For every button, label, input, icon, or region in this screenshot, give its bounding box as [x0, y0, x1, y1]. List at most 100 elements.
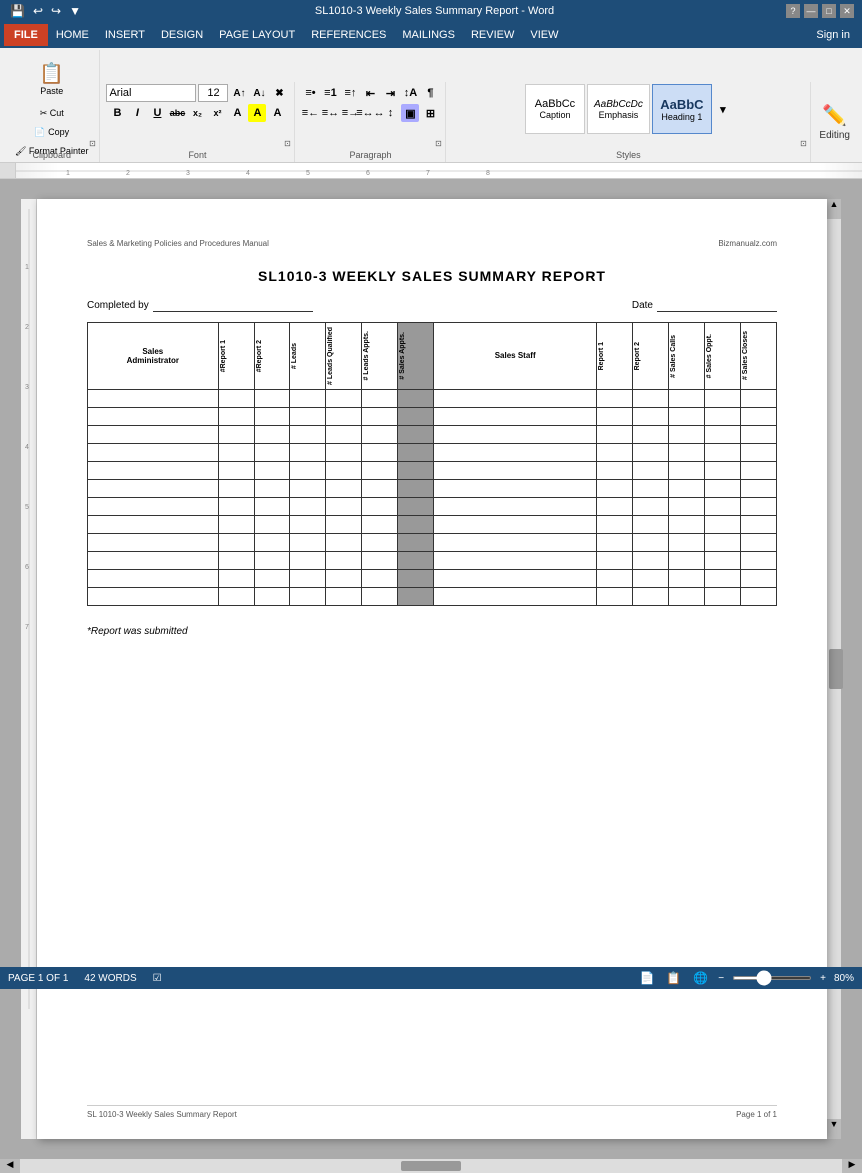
- completed-by-line: [153, 300, 313, 312]
- undo-quick-btn[interactable]: ↩: [31, 4, 45, 18]
- font-color-btn[interactable]: A: [228, 104, 246, 122]
- center-btn[interactable]: ≡↔: [321, 104, 339, 122]
- minimize-btn[interactable]: —: [804, 4, 818, 18]
- paragraph-expand-btn[interactable]: ⊡: [433, 138, 443, 148]
- emphasis-style-btn[interactable]: AaBbCcDc Emphasis: [587, 84, 650, 134]
- borders-btn[interactable]: ⊞: [421, 104, 439, 122]
- styles-gallery-scroll-btn[interactable]: ▾: [714, 84, 732, 134]
- bullets-btn[interactable]: ≡•: [301, 84, 319, 102]
- font-expand-btn[interactable]: ⊡: [282, 138, 292, 148]
- bold-btn[interactable]: B: [108, 104, 126, 122]
- sales-calls-label: # Sales Calls: [669, 331, 678, 382]
- font-row2: B I U abc x₂ x² A A A: [108, 104, 286, 122]
- save-quick-btn[interactable]: 💾: [8, 4, 27, 18]
- font-name-input[interactable]: [106, 84, 196, 102]
- home-menu[interactable]: HOME: [48, 24, 97, 46]
- table-cell: [88, 443, 219, 461]
- multilevel-btn[interactable]: ≡↑: [341, 84, 359, 102]
- completed-by-field: Completed by: [87, 300, 313, 312]
- vertical-scrollbar[interactable]: ▲ ▼: [827, 199, 841, 1139]
- italic-btn[interactable]: I: [128, 104, 146, 122]
- ruler-marks: 1 2 3 4 5 6 7 8: [16, 163, 862, 178]
- table-cell: [740, 443, 776, 461]
- design-menu[interactable]: DESIGN: [153, 24, 211, 46]
- paste-btn[interactable]: 📋 Paste: [34, 56, 69, 101]
- page-layout-menu[interactable]: PAGE LAYOUT: [211, 24, 303, 46]
- insert-menu[interactable]: INSERT: [97, 24, 153, 46]
- table-cell: [218, 443, 254, 461]
- copy-btn[interactable]: 📄 Copy: [10, 124, 93, 141]
- table-cell: [290, 533, 326, 551]
- decrease-indent-btn[interactable]: ⇤: [361, 84, 379, 102]
- increase-indent-btn[interactable]: ⇥: [381, 84, 399, 102]
- cut-btn[interactable]: ✂ Cut: [10, 105, 93, 122]
- superscript-btn[interactable]: x²: [208, 104, 226, 122]
- table-cell: [326, 443, 362, 461]
- redo-quick-btn[interactable]: ↪: [49, 4, 63, 18]
- clipboard-expand-btn[interactable]: ⊡: [87, 138, 97, 148]
- table-cell: [88, 389, 219, 407]
- view-menu[interactable]: VIEW: [522, 24, 566, 46]
- subscript-btn[interactable]: x₂: [188, 104, 206, 122]
- clear-format-btn[interactable]: ✖: [270, 84, 288, 102]
- print-layout-btn[interactable]: 📄: [637, 969, 656, 987]
- references-menu[interactable]: REFERENCES: [303, 24, 394, 46]
- table-cell: [633, 461, 669, 479]
- sort-btn[interactable]: ↕A: [401, 84, 419, 102]
- completed-line: Completed by Date: [87, 300, 777, 312]
- more-quick-btn[interactable]: ▼: [67, 4, 83, 18]
- svg-text:5: 5: [25, 504, 29, 511]
- increase-font-btn[interactable]: A↑: [230, 84, 248, 102]
- table-cell: [88, 497, 219, 515]
- svg-text:3: 3: [186, 170, 190, 177]
- shading-btn[interactable]: ▣: [401, 104, 419, 122]
- maximize-btn[interactable]: □: [822, 4, 836, 18]
- svg-text:4: 4: [246, 170, 250, 177]
- table-cell: [254, 515, 290, 533]
- sign-in-btn[interactable]: Sign in: [808, 29, 858, 41]
- numbering-btn[interactable]: ≡1: [321, 84, 339, 102]
- read-mode-btn[interactable]: 📋: [664, 969, 683, 987]
- table-row: [88, 407, 777, 425]
- font-size-input[interactable]: [198, 84, 228, 102]
- review-menu[interactable]: REVIEW: [463, 24, 522, 46]
- svg-text:7: 7: [426, 170, 430, 177]
- table-cell: [362, 569, 398, 587]
- table-cell: [326, 515, 362, 533]
- font-effects-btn[interactable]: A: [268, 104, 286, 122]
- zoom-slider[interactable]: [732, 976, 812, 980]
- caption-style-btn[interactable]: AaBbCc Caption: [525, 84, 585, 134]
- close-btn[interactable]: ✕: [840, 4, 854, 18]
- sales-appts-header: # Sales Appts.: [398, 323, 434, 390]
- decrease-font-btn[interactable]: A↓: [250, 84, 268, 102]
- help-btn[interactable]: ?: [786, 4, 800, 18]
- mailings-menu[interactable]: MAILINGS: [394, 24, 463, 46]
- table-cell: [740, 569, 776, 587]
- show-marks-btn[interactable]: ¶: [421, 84, 439, 102]
- table-cell: [218, 479, 254, 497]
- underline-btn[interactable]: U: [148, 104, 166, 122]
- table-cell: [398, 425, 434, 443]
- align-left-btn[interactable]: ≡←: [301, 104, 319, 122]
- web-layout-btn[interactable]: 🌐: [691, 969, 710, 987]
- page-info: PAGE 1 OF 1: [8, 973, 68, 984]
- table-cell: [597, 551, 633, 569]
- horizontal-scrollbar[interactable]: ◀ ▶: [0, 1159, 862, 1173]
- paragraph-label: Paragraph: [295, 150, 445, 160]
- document-area: 1 2 3 4 5 6 7 Sales & Marketing Policies…: [0, 179, 862, 1159]
- file-menu[interactable]: FILE: [4, 24, 48, 46]
- zoom-level: 80%: [834, 973, 854, 984]
- table-row: [88, 587, 777, 605]
- table-cell: [88, 425, 219, 443]
- ribbon: 📋 Paste ✂ Cut 📄 Copy 🖌 Format Painter Cl…: [0, 48, 862, 163]
- heading1-style-btn[interactable]: AaBbC Heading 1: [652, 84, 712, 134]
- justify-btn[interactable]: ≡↔↔: [361, 104, 379, 122]
- clipboard-group: 📋 Paste ✂ Cut 📄 Copy 🖌 Format Painter Cl…: [4, 50, 100, 162]
- highlight-btn[interactable]: A: [248, 104, 266, 122]
- strikethrough-btn[interactable]: abc: [168, 104, 186, 122]
- styles-expand-btn[interactable]: ⊡: [798, 138, 808, 148]
- line-spacing-btn[interactable]: ↕: [381, 104, 399, 122]
- table-cell: [398, 443, 434, 461]
- table-cell: [398, 407, 434, 425]
- table-cell: [88, 533, 219, 551]
